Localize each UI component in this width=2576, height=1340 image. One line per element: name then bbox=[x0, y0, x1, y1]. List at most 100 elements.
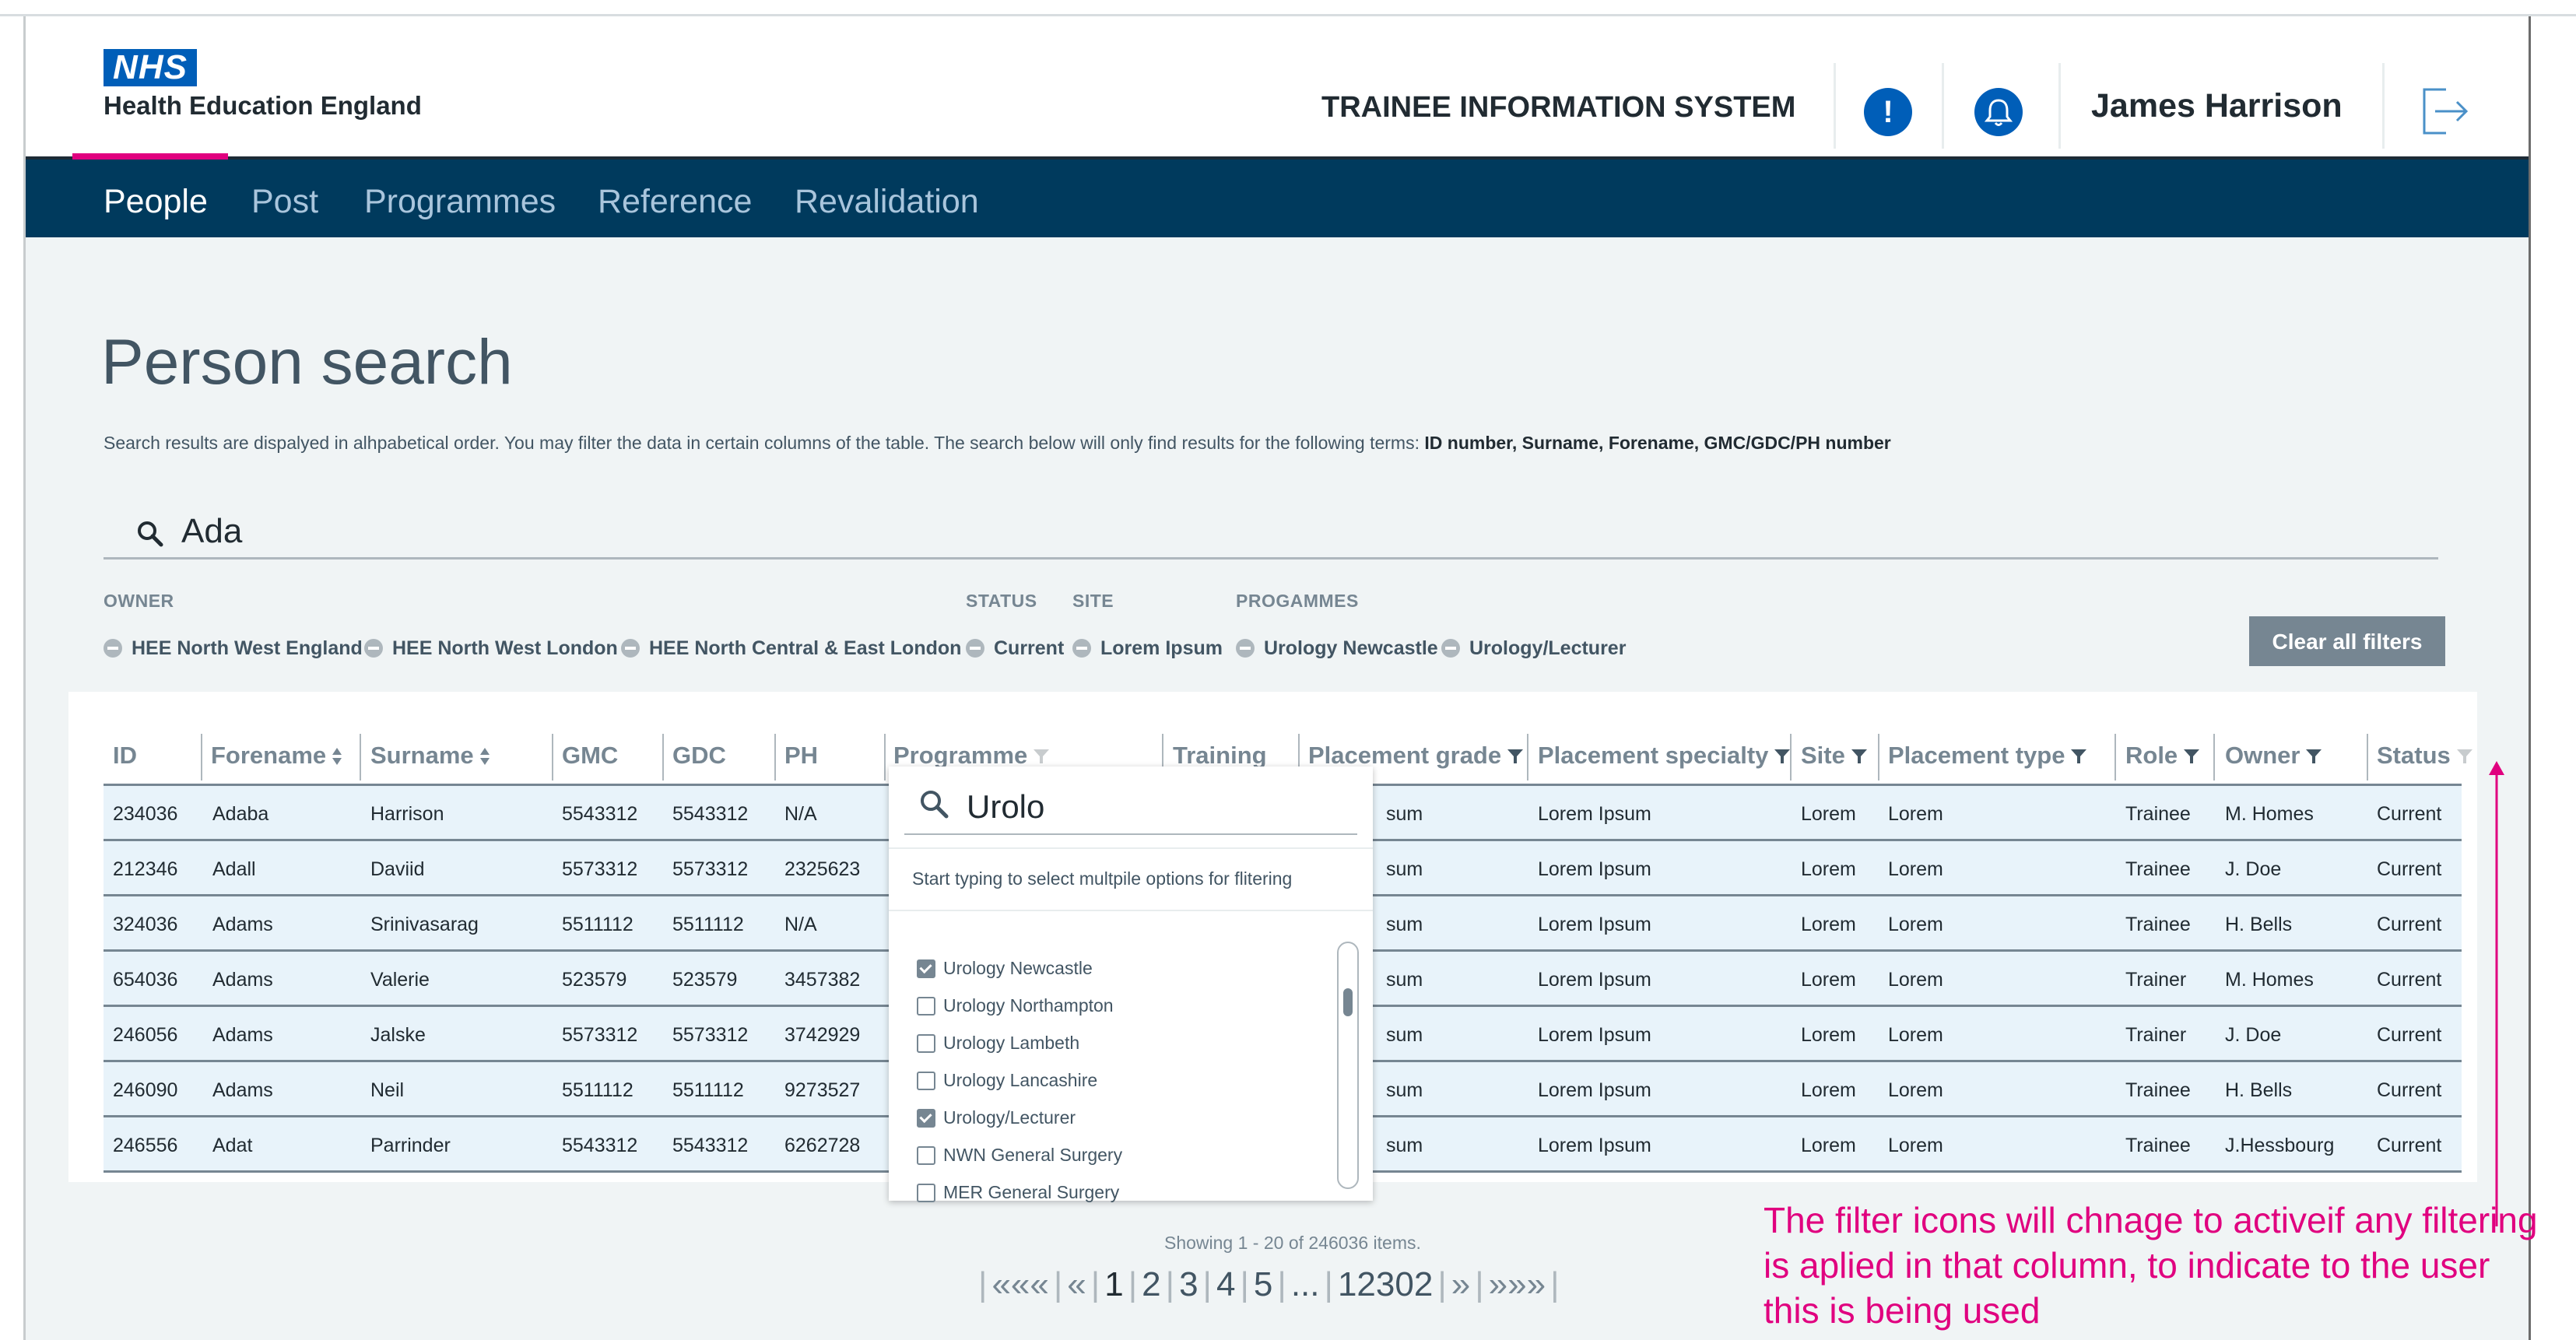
design-annotation: The filter icons will chnage to activeif… bbox=[1764, 1200, 2538, 1331]
filter-chip[interactable]: Current bbox=[966, 637, 1064, 660]
filter-option[interactable]: Urology Northampton bbox=[917, 995, 1114, 1016]
column-header-placement-grade[interactable]: Placement grade bbox=[1308, 742, 1525, 770]
scrollbar-thumb[interactable] bbox=[1343, 988, 1353, 1016]
cell-site: Lorem bbox=[1801, 1079, 1856, 1101]
nav-item-revalidation[interactable]: Revalidation bbox=[795, 183, 979, 221]
logout-icon[interactable] bbox=[2415, 80, 2477, 142]
clear-all-filters-button[interactable]: Clear all filters bbox=[2249, 616, 2445, 666]
filter-chip[interactable]: HEE North West London bbox=[364, 637, 618, 660]
checkbox-checked[interactable] bbox=[917, 959, 935, 978]
filter-option[interactable]: Urology Lancashire bbox=[917, 1070, 1097, 1091]
search-value: Ada bbox=[181, 512, 243, 550]
filter-icon[interactable] bbox=[1773, 747, 1792, 766]
filter-icon[interactable] bbox=[1506, 747, 1525, 766]
column-header-gdc[interactable]: GDC bbox=[672, 742, 726, 770]
filter-chip[interactable]: HEE North West England bbox=[104, 637, 363, 660]
nav-item-post[interactable]: Post bbox=[251, 183, 318, 221]
filter-icon[interactable] bbox=[2182, 747, 2201, 766]
cell-surname: Parrinder bbox=[370, 1135, 451, 1156]
checkbox[interactable] bbox=[917, 1034, 935, 1053]
nav-item-programmes[interactable]: Programmes bbox=[364, 183, 556, 221]
filter-icon[interactable] bbox=[1032, 747, 1051, 766]
bell-icon[interactable] bbox=[1974, 88, 2023, 136]
next-page-button[interactable]: » bbox=[1451, 1265, 1470, 1303]
header-divider bbox=[1942, 63, 1944, 149]
user-name[interactable]: James Harrison bbox=[2091, 87, 2343, 125]
filter-icon[interactable] bbox=[2304, 747, 2323, 766]
filter-icon[interactable] bbox=[1850, 747, 1869, 766]
filter-option[interactable]: NWN General Surgery bbox=[917, 1145, 1122, 1166]
remove-filter-icon[interactable] bbox=[1441, 639, 1460, 658]
cell-gdc: 5511112 bbox=[672, 1079, 744, 1101]
remove-filter-icon[interactable] bbox=[364, 639, 383, 658]
dropdown-scrollbar[interactable] bbox=[1337, 942, 1359, 1189]
browser-top-edge bbox=[0, 0, 2576, 16]
alert-icon[interactable]: ! bbox=[1864, 88, 1912, 136]
column-header-training[interactable]: Training bbox=[1173, 742, 1267, 770]
filter-option[interactable]: MER General Surgery bbox=[917, 1182, 1119, 1203]
cell-placement-type: Lorem bbox=[1888, 1079, 1943, 1101]
sort-icon[interactable] bbox=[479, 746, 491, 766]
column-header-id[interactable]: ID bbox=[113, 742, 137, 770]
cell-ph: 2325623 bbox=[784, 858, 861, 880]
dropdown-divider bbox=[889, 910, 1373, 911]
column-header-site[interactable]: Site bbox=[1801, 742, 1869, 770]
page-link[interactable]: 4 bbox=[1216, 1265, 1235, 1303]
column-divider bbox=[2114, 734, 2116, 780]
cell-site: Lorem bbox=[1801, 969, 1856, 991]
remove-filter-icon[interactable] bbox=[1072, 639, 1091, 658]
column-header-role[interactable]: Role bbox=[2125, 742, 2201, 770]
remove-filter-icon[interactable] bbox=[1236, 639, 1255, 658]
page-link[interactable]: 3 bbox=[1179, 1265, 1198, 1303]
checkbox[interactable] bbox=[917, 1146, 935, 1165]
remove-filter-icon[interactable] bbox=[966, 639, 984, 658]
column-header-forename[interactable]: Forename bbox=[211, 742, 343, 770]
page-link-current[interactable]: 1 bbox=[1104, 1265, 1123, 1303]
checkbox-checked[interactable] bbox=[917, 1109, 935, 1128]
filter-option[interactable]: Urology/Lecturer bbox=[917, 1107, 1076, 1128]
first-page-button[interactable]: ««« bbox=[991, 1265, 1048, 1303]
column-header-label: Owner bbox=[2225, 742, 2301, 769]
column-header-surname[interactable]: Surname bbox=[370, 742, 491, 770]
column-header-placement-specialty[interactable]: Placement specialty bbox=[1538, 742, 1792, 770]
checkbox[interactable] bbox=[917, 1184, 935, 1202]
remove-filter-icon[interactable] bbox=[104, 639, 122, 658]
column-header-placement-type[interactable]: Placement type bbox=[1888, 742, 2088, 770]
remove-filter-icon[interactable] bbox=[621, 639, 640, 658]
filter-icon[interactable] bbox=[2069, 747, 2088, 766]
cell-id: 234036 bbox=[113, 803, 178, 825]
previous-page-button[interactable]: « bbox=[1067, 1265, 1086, 1303]
nhs-logo[interactable]: NHS bbox=[104, 49, 197, 86]
filter-chip-label: HEE North West England bbox=[132, 637, 363, 659]
filter-option[interactable]: Urology Newcastle bbox=[917, 958, 1093, 979]
filter-chip[interactable]: HEE North Central & East London bbox=[621, 637, 961, 660]
checkbox[interactable] bbox=[917, 1072, 935, 1090]
page-link[interactable]: 2 bbox=[1142, 1265, 1160, 1303]
nav-item-people[interactable]: People bbox=[104, 183, 208, 221]
nav-item-reference[interactable]: Reference bbox=[598, 183, 752, 221]
filter-chip[interactable]: Urology/Lecturer bbox=[1441, 637, 1626, 660]
column-header-label: Surname bbox=[370, 742, 474, 769]
cell-site: Lorem bbox=[1801, 803, 1856, 825]
filter-chip[interactable]: Lorem Ipsum bbox=[1072, 637, 1223, 660]
header-divider bbox=[2058, 63, 2061, 149]
cell-placement-specialty: Lorem Ipsum bbox=[1538, 803, 1651, 825]
filter-chip[interactable]: Urology Newcastle bbox=[1236, 637, 1438, 660]
sort-icon[interactable] bbox=[331, 746, 343, 766]
main-nav: People Post Programmes Reference Revalid… bbox=[26, 160, 2529, 237]
cell-site: Lorem bbox=[1801, 858, 1856, 880]
column-header-owner[interactable]: Owner bbox=[2225, 742, 2323, 770]
filter-icon[interactable] bbox=[2455, 747, 2474, 766]
person-search-input[interactable]: Ada bbox=[104, 503, 2438, 560]
cell-surname: Harrison bbox=[370, 803, 444, 825]
column-header-status[interactable]: Status bbox=[2377, 742, 2474, 770]
programme-filter-search-input[interactable]: Urolo bbox=[967, 788, 1044, 826]
checkbox[interactable] bbox=[917, 997, 935, 1016]
column-header-programme[interactable]: Programme bbox=[893, 742, 1051, 770]
last-page-button[interactable]: »»» bbox=[1489, 1265, 1546, 1303]
page-link[interactable]: 5 bbox=[1254, 1265, 1272, 1303]
page-link-last[interactable]: 12302 bbox=[1338, 1265, 1433, 1303]
column-header-gmc[interactable]: GMC bbox=[562, 742, 618, 770]
column-header-ph[interactable]: PH bbox=[784, 742, 818, 770]
filter-option[interactable]: Urology Lambeth bbox=[917, 1033, 1079, 1054]
